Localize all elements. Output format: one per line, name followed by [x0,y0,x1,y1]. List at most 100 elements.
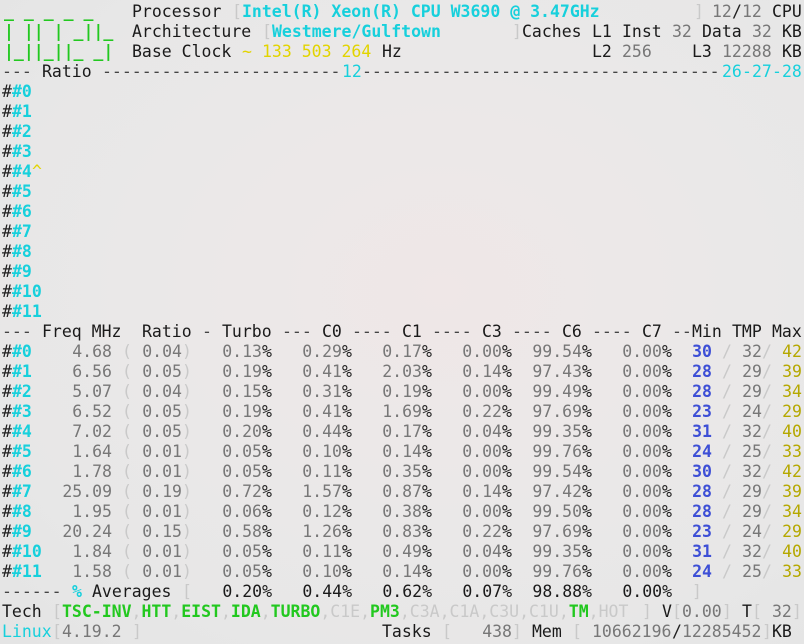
core-hash: # [2,102,12,121]
flag-separator: , [399,602,410,621]
freq-value: 1.95 [72,502,112,521]
c0-value: 0.41 [302,402,342,421]
core-hash: # [2,522,12,541]
bracket-close: ] [722,602,732,621]
percent-sign: % [502,542,512,561]
percent-sign: % [662,482,672,501]
c7-value: 0.00 [622,482,662,501]
temp-separator: / [722,382,732,401]
l3-value: 12288 [722,42,772,61]
bracket-close: ] [642,602,652,621]
c3-value: 0.00 [462,462,502,481]
bracket-open: [ [52,622,62,641]
table-row: # #7 25.09(0.19) 0.72% 1.57% 0.87% 0.14% 97.42%… [0,482,804,502]
core-hash: # [2,222,12,241]
percent-sign: % [422,342,432,361]
core-index: #2 [12,122,32,141]
temp-min: 23 [692,522,712,541]
core-hash: # [2,302,12,321]
bracket-close: ] [692,582,702,601]
divider-dashes: --- [2,62,32,81]
freq-value: 20.24 [62,522,112,541]
corefreq-terminal: _ _ _ _ _ Processor [ Intel(R) Xeon(R) C… [0,0,804,644]
l2-label: L2 [592,42,612,61]
cpu-total-count: 12 [742,2,762,21]
percent-sign: % [342,362,352,381]
core-hash: # [2,382,12,401]
temp-separator: / [722,462,732,481]
flag-separator: , [131,602,142,621]
core-hash: # [2,342,12,361]
c6-value: 97.69 [532,522,582,541]
percent-sign: % [342,482,352,501]
c1-value: 0.87 [382,482,422,501]
divider-dashes: -- [672,322,692,341]
c3-value: 0.22 [462,522,502,541]
paren-open: ( [122,422,132,441]
freq-value: 6.56 [72,362,112,381]
flag-separator: , [439,602,450,621]
percent-sign: % [502,442,512,461]
divider-dashes: --- [2,322,32,341]
ratio-core-row: # #5 [0,182,804,202]
c0-value: 1.26 [302,522,342,541]
tech-row: Tech [ TSC-INV,HTT,EIST,IDA,TURBO,C1E,PM… [0,602,804,622]
paren-close: ) [182,402,192,421]
c7-value: 0.00 [622,562,662,581]
tech-flag: C1A [449,602,480,621]
header-row-base-clock: |_||_||_ _| Base Clock ~ 133 503 264 Hz … [0,42,804,62]
percent-toggle-key[interactable]: % [72,582,82,602]
core-index: #7 [12,222,32,241]
turbo-value: 0.05 [222,462,262,481]
col-min: Min [692,322,722,341]
flag-separator: , [558,602,569,621]
percent-sign: % [262,402,272,421]
tech-flags: TSC-INV,HTT,EIST,IDA,TURBO,C1E,PM3,C3A,C… [62,602,628,622]
table-row: # #4 7.02(0.05) 0.20% 0.44% 0.17% 0.04% 99.35% 0… [0,422,804,442]
paren-close: ) [182,362,192,381]
percent-sign: % [502,502,512,521]
temp-current: 25 [742,562,762,581]
tech-flag: C1U [529,602,559,621]
percent-sign: % [342,402,352,421]
col-c0: C0 [322,322,342,341]
temp-min: 28 [692,482,712,501]
paren-close: ) [182,482,192,501]
tech-flag: C3A [409,602,440,621]
temp-current: 29 [742,382,762,401]
avg-c7: 0.00% [622,582,672,601]
avg-c3: 0.07% [462,582,512,601]
averages-label: Averages [92,582,172,601]
turbo-value: 0.06 [222,502,262,521]
ratio-mark-28: 28 [782,62,802,81]
divider-dashes: ---- [352,322,392,341]
percent-sign: % [662,362,672,381]
bracket-open: [ [232,2,242,21]
temp-separator: / [762,482,772,501]
core-hash: # [2,442,12,461]
mem-unit: KB [772,622,792,641]
freq-value: 6.52 [72,402,112,421]
ratio-value: 0.04 [142,382,182,401]
base-clock-value: 133 503 264 [262,42,372,61]
ratio-core-row: # #4 ^ [0,162,804,182]
divider-dashes: ---- [512,322,552,341]
percent-sign: % [262,482,272,501]
paren-close: ) [182,542,192,561]
core-hash: # [2,242,12,261]
divider-dashes: --- [282,322,312,341]
core-id: #0 [12,342,32,361]
core-hash: # [2,402,12,421]
percent-sign: % [422,462,432,481]
ratio-core-row: # #1 [0,102,804,122]
temp-min: 31 [692,542,712,561]
bracket-open: [ [52,602,62,621]
core-hash: # [2,362,12,381]
bracket-close: ] [792,602,802,621]
paren-close: ) [182,342,192,361]
percent-sign: % [662,462,672,481]
paren-close: ) [182,562,192,581]
flag-separator: , [519,602,530,621]
turbo-value: 0.20 [222,422,262,441]
percent-sign: % [582,362,592,381]
